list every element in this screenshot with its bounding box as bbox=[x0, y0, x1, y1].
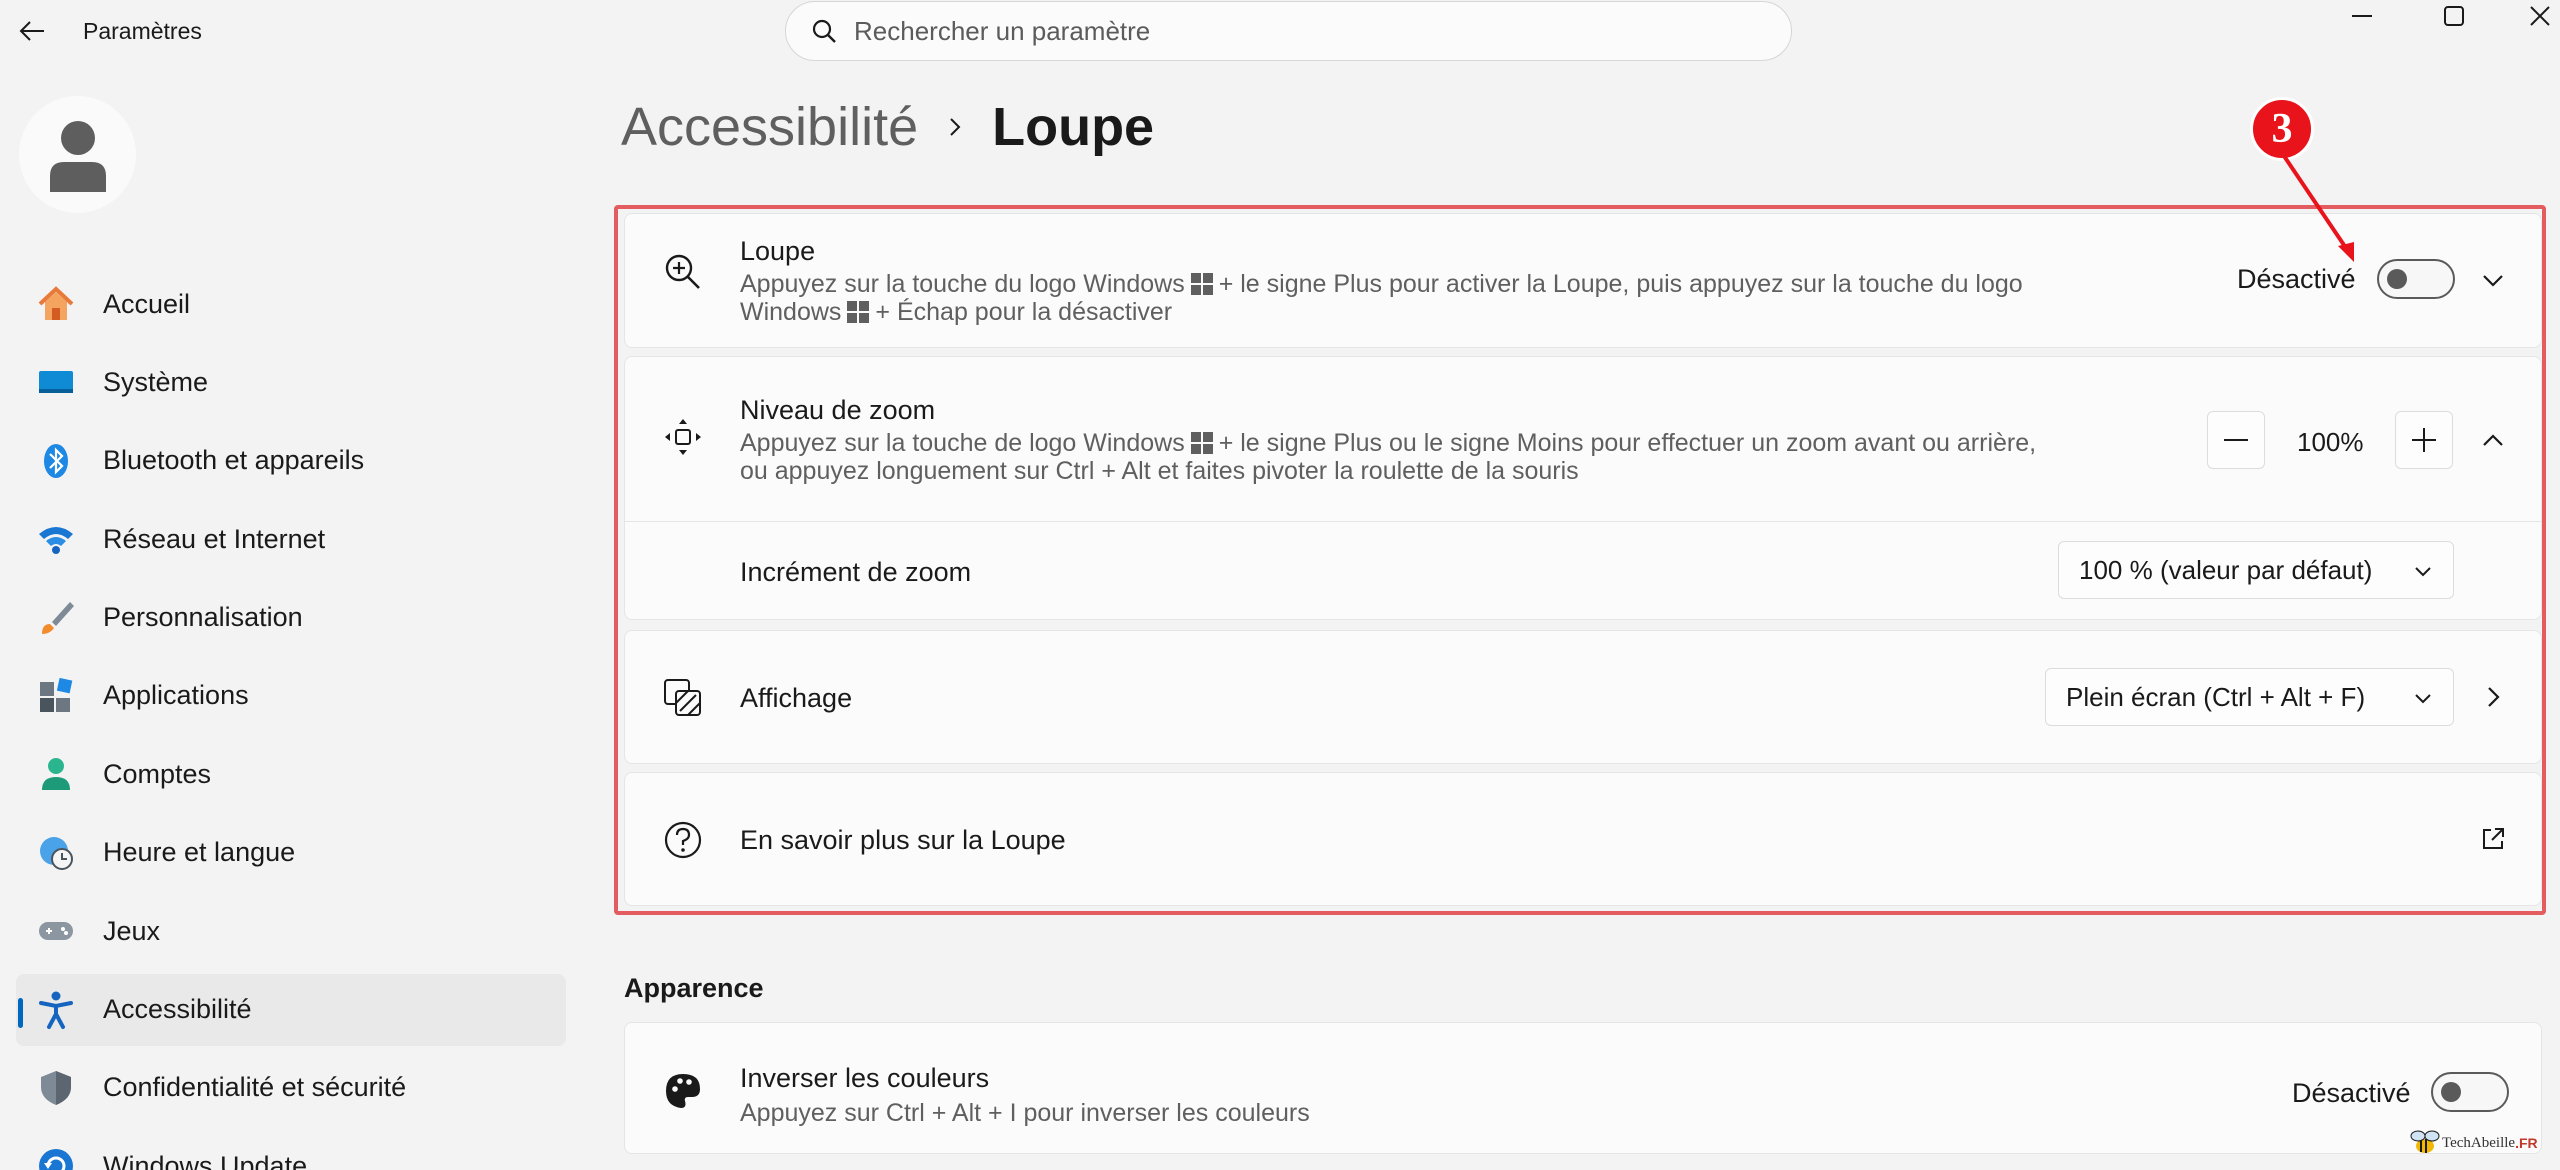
system-icon bbox=[36, 362, 76, 402]
bee-icon bbox=[2410, 1130, 2440, 1153]
home-icon bbox=[36, 284, 76, 324]
invert-colors-card[interactable]: Inverser les couleurs Appuyez sur Ctrl +… bbox=[624, 1022, 2542, 1154]
page-title: Loupe bbox=[992, 97, 1155, 157]
back-arrow-icon bbox=[19, 21, 44, 41]
gamepad-icon bbox=[36, 911, 76, 951]
brush-icon bbox=[36, 598, 76, 638]
clock-globe-icon bbox=[36, 833, 76, 873]
sidebar-item-label: Accueil bbox=[103, 288, 191, 319]
sidebar-item-reseau[interactable]: Réseau et Internet bbox=[16, 503, 566, 575]
search-icon bbox=[808, 15, 840, 47]
chevron-right-icon bbox=[948, 116, 962, 138]
watermark-logo: TechAbeille .FR bbox=[2408, 1128, 2538, 1158]
invert-colors-state-label: Désactivé bbox=[2292, 1078, 2411, 1108]
search-input[interactable] bbox=[854, 15, 1754, 47]
close-icon bbox=[2530, 6, 2550, 26]
sidebar-item-label: Comptes bbox=[103, 758, 212, 789]
maximize-icon bbox=[2444, 6, 2464, 26]
sidebar-item-heure-langue[interactable]: Heure et langue bbox=[16, 817, 566, 889]
palette-icon bbox=[661, 1069, 705, 1113]
sidebar-nav: Accueil Système Bluetooth et appareils R… bbox=[16, 268, 566, 1170]
appearance-section-title: Apparence bbox=[624, 973, 764, 1003]
sidebar-item-systeme[interactable]: Système bbox=[16, 346, 566, 418]
sidebar-item-label: Heure et langue bbox=[103, 837, 296, 868]
sidebar-item-bluetooth[interactable]: Bluetooth et appareils bbox=[16, 425, 566, 497]
watermark-text: TechAbeille bbox=[2442, 1134, 2516, 1151]
breadcrumb-parent-link[interactable]: Accessibilité bbox=[621, 96, 918, 158]
sidebar-item-applications[interactable]: Applications bbox=[16, 660, 566, 732]
sidebar-item-accueil[interactable]: Accueil bbox=[16, 268, 566, 340]
sidebar-item-label: Windows Update bbox=[103, 1150, 308, 1170]
sidebar-item-label: Accessibilité bbox=[103, 994, 252, 1025]
user-avatar[interactable] bbox=[19, 96, 136, 213]
sidebar-item-windows-update[interactable]: Windows Update bbox=[16, 1130, 566, 1170]
minimize-button[interactable] bbox=[2332, 0, 2392, 32]
sidebar-item-label: Bluetooth et appareils bbox=[103, 445, 365, 476]
sidebar-item-comptes[interactable]: Comptes bbox=[16, 738, 566, 810]
toggle-knob bbox=[2441, 1082, 2461, 1102]
app-title: Paramètres bbox=[83, 18, 202, 44]
title-bar: Paramètres bbox=[0, 0, 2560, 62]
sidebar-item-label: Applications bbox=[103, 680, 249, 711]
sidebar-item-personnalisation[interactable]: Personnalisation bbox=[16, 582, 566, 654]
sidebar-item-confidentialite[interactable]: Confidentialité et sécurité bbox=[16, 1052, 566, 1124]
breadcrumb: Accessibilité Loupe bbox=[621, 96, 1154, 158]
annotation-arrow-icon bbox=[2282, 154, 2354, 262]
wifi-icon bbox=[36, 519, 76, 559]
sidebar-item-label: Confidentialité et sécurité bbox=[103, 1072, 407, 1103]
sidebar-item-accessibilite[interactable]: Accessibilité bbox=[16, 973, 566, 1046]
apps-icon bbox=[36, 676, 76, 716]
sidebar-item-label: Personnalisation bbox=[103, 602, 303, 633]
invert-colors-toggle[interactable] bbox=[2431, 1072, 2509, 1112]
bluetooth-icon bbox=[36, 441, 76, 481]
account-icon bbox=[36, 754, 76, 794]
back-button[interactable] bbox=[14, 14, 50, 48]
sidebar-item-label: Réseau et Internet bbox=[103, 523, 326, 554]
invert-colors-description: Appuyez sur Ctrl + Alt + I pour inverser… bbox=[740, 1099, 1310, 1127]
invert-colors-title: Inverser les couleurs bbox=[740, 1063, 990, 1093]
sidebar-item-label: Système bbox=[103, 366, 209, 397]
shield-icon bbox=[36, 1068, 76, 1108]
sidebar-item-label: Jeux bbox=[103, 915, 161, 946]
maximize-button[interactable] bbox=[2424, 0, 2484, 32]
close-window-button[interactable] bbox=[2510, 0, 2560, 32]
accessibility-icon bbox=[36, 990, 76, 1030]
watermark-suffix: .FR bbox=[2515, 1135, 2538, 1151]
user-silhouette-icon bbox=[49, 120, 106, 192]
sidebar-item-jeux[interactable]: Jeux bbox=[16, 895, 566, 967]
update-icon bbox=[36, 1146, 76, 1170]
minimize-icon bbox=[2352, 15, 2372, 17]
search-box[interactable] bbox=[785, 1, 1792, 61]
annotation-highlight-box bbox=[614, 205, 2546, 915]
